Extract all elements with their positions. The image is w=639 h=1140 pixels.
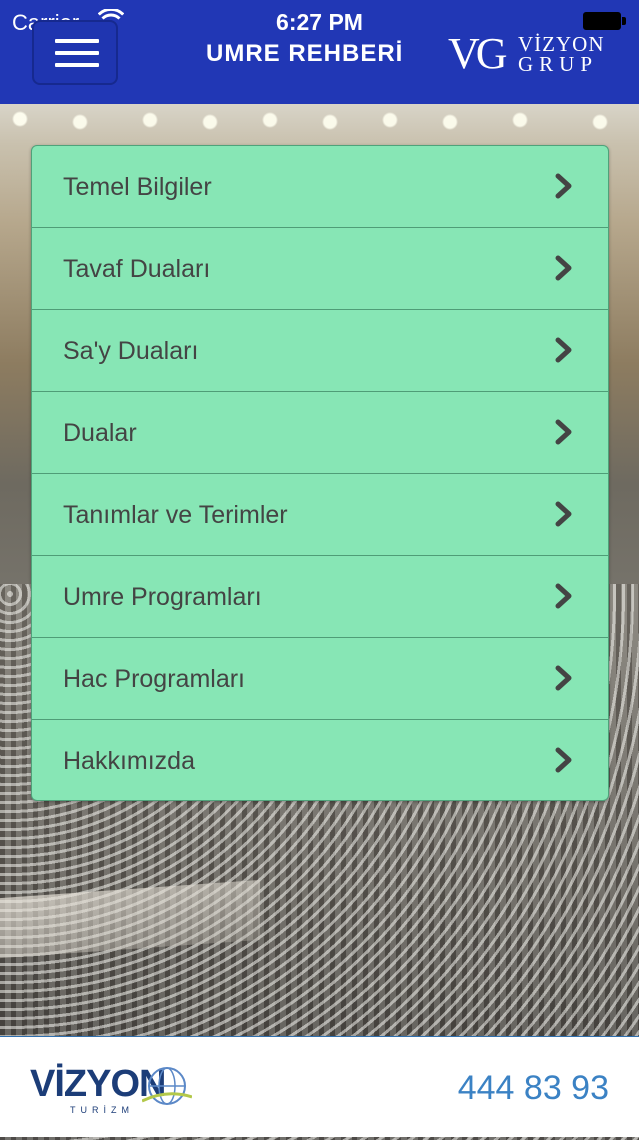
brand-sub: GRUP: [518, 52, 599, 76]
menu-item-hac-programlari[interactable]: Hac Programları: [32, 638, 608, 720]
menu-item-say-dualari[interactable]: Sa'y Duaları: [32, 310, 608, 392]
chevron-right-icon: [555, 419, 572, 445]
menu-item-hakkimizda[interactable]: Hakkımızda: [32, 720, 608, 800]
menu-item-label: Tanımlar ve Terimler: [63, 501, 288, 529]
battery-icon: [583, 12, 627, 30]
hamburger-icon-line: [55, 51, 99, 55]
chevron-right-icon: [555, 337, 572, 363]
menu-item-label: Dualar: [63, 419, 137, 447]
hamburger-menu-button[interactable]: [32, 20, 118, 85]
globe-icon: [142, 1067, 192, 1105]
vizyon-grup-logo: VG VİZYON GRUP: [448, 29, 613, 78]
brand-monogram: VG: [448, 29, 508, 78]
menu-item-label: Sa'y Duaları: [63, 337, 199, 365]
menu-item-temel-bilgiler[interactable]: Temel Bilgiler: [32, 146, 608, 228]
main-menu: Temel Bilgiler Tavaf Duaları Sa'y Dualar…: [31, 145, 609, 801]
chevron-right-icon: [555, 583, 572, 609]
hamburger-icon-line: [55, 63, 99, 67]
footer-bar: VİZYON TURİZM 444 83 93: [0, 1036, 639, 1137]
footer-logo-sub: TURİZM: [70, 1105, 134, 1115]
menu-item-label: Hac Programları: [63, 665, 245, 693]
menu-item-label: Hakkımızda: [63, 747, 195, 775]
chevron-right-icon: [555, 665, 572, 691]
chevron-right-icon: [555, 255, 572, 281]
menu-item-label: Temel Bilgiler: [63, 173, 212, 201]
chevron-right-icon: [555, 501, 572, 527]
chevron-right-icon: [555, 173, 572, 199]
page-title: UMRE REHBERİ: [206, 40, 404, 67]
menu-item-label: Umre Programları: [63, 583, 262, 611]
menu-item-tanimlar-ve-terimler[interactable]: Tanımlar ve Terimler: [32, 474, 608, 556]
vizyon-turizm-logo[interactable]: VİZYON TURİZM: [30, 1061, 200, 1121]
menu-item-label: Tavaf Duaları: [63, 255, 211, 283]
menu-item-umre-programlari[interactable]: Umre Programları: [32, 556, 608, 638]
app-header: Carrier 6:27 PM UMRE REHBERİ VG VİZYON G…: [0, 0, 639, 104]
hamburger-icon-line: [55, 39, 99, 43]
phone-number-link[interactable]: 444 83 93: [458, 1069, 609, 1108]
chevron-right-icon: [555, 747, 572, 773]
menu-item-dualar[interactable]: Dualar: [32, 392, 608, 474]
menu-item-tavaf-dualari[interactable]: Tavaf Duaları: [32, 228, 608, 310]
